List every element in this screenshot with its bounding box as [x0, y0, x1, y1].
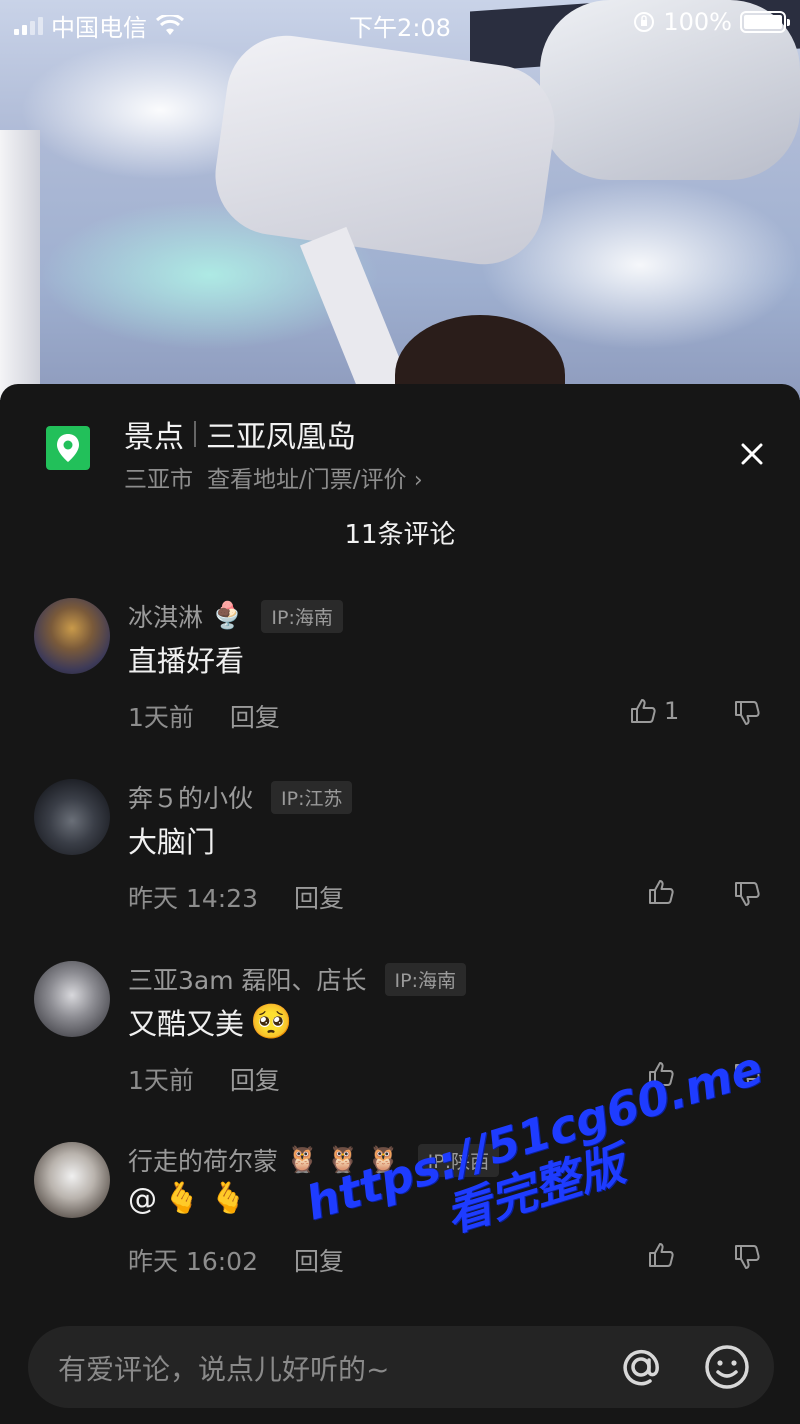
- comment-user[interactable]: 行走的荷尔蒙 🦉 🦉 🦉 IP:陕西: [128, 1142, 500, 1178]
- thumbs-up-icon: [649, 880, 674, 904]
- title-divider: [194, 421, 196, 447]
- reply-button[interactable]: 回复: [230, 703, 280, 732]
- comment-text: 又酷又美 🥺: [128, 1001, 292, 1043]
- comments-panel: 景点 三亚凤凰岛 三亚市 查看地址/门票/评价 › 11条评论 冰淇淋 🍨 IP:…: [0, 384, 800, 1424]
- comment-meta: 1天前 回复: [128, 698, 280, 734]
- comment-username: 冰淇淋: [128, 603, 204, 632]
- comment-item: 冰淇淋 🍨 IP:海南 直播好看 1天前 回复 1: [0, 598, 800, 778]
- live-video-background: [0, 0, 800, 400]
- poi-card[interactable]: 景点 三亚凤凰岛 三亚市 查看地址/门票/评价 ›: [46, 408, 763, 498]
- location-pin-icon: [46, 426, 90, 470]
- comment-meta: 1天前 回复: [128, 1061, 280, 1097]
- poi-category: 景点: [124, 420, 184, 455]
- ip-badge: IP:海南: [261, 599, 343, 633]
- thumbs-down-icon[interactable]: [732, 1242, 762, 1272]
- ip-badge: IP:陕西: [417, 1143, 500, 1177]
- ip-badge: IP:海南: [384, 962, 466, 996]
- comment-meta: 昨天 16:02 回复: [128, 1242, 344, 1278]
- comment-input-bar[interactable]: 有爱评论，说点儿好听的~: [28, 1326, 774, 1408]
- reply-button[interactable]: 回复: [294, 884, 344, 913]
- like-button[interactable]: 1: [628, 696, 679, 726]
- comment-text: @ 🫰 🫰: [128, 1182, 247, 1216]
- battery-icon: [740, 11, 790, 33]
- like-count: 1: [664, 697, 680, 725]
- comment-body: 大脑门: [128, 825, 216, 859]
- like-button[interactable]: [646, 1059, 676, 1089]
- comment-body: @: [128, 1182, 157, 1216]
- thumbs-down-icon[interactable]: [732, 879, 762, 909]
- poi-city: 三亚市: [124, 467, 193, 493]
- comment-user[interactable]: 奔５的小伙 IP:江苏: [128, 779, 353, 815]
- emoji-icon[interactable]: [702, 1342, 752, 1392]
- finger-heart-icon: 🫰 🫰: [163, 1181, 248, 1216]
- comment-username: 三亚3am 磊阳、店长: [128, 966, 367, 995]
- comment-username: 奔５的小伙: [128, 784, 254, 813]
- owl-icon: 🦉 🦉 🦉: [286, 1145, 400, 1175]
- comment-text: 直播好看: [128, 638, 244, 680]
- poi-title: 景点 三亚凤凰岛: [124, 412, 356, 456]
- thumbs-up-icon: [631, 699, 656, 723]
- comment-time: 昨天 16:02: [128, 1247, 258, 1276]
- thumbs-down-icon[interactable]: [732, 1061, 762, 1091]
- ice-cream-icon: 🍨: [211, 601, 244, 631]
- comment-user[interactable]: 冰淇淋 🍨 IP:海南: [128, 598, 343, 634]
- ip-badge: IP:江苏: [271, 780, 353, 814]
- avatar[interactable]: [34, 1142, 110, 1218]
- avatar[interactable]: [34, 779, 110, 855]
- comment-time: 1天前: [128, 703, 194, 732]
- chevron-right-icon: ›: [413, 468, 423, 493]
- battery-label: 100%: [663, 8, 732, 36]
- like-button[interactable]: [646, 877, 676, 907]
- reply-button[interactable]: 回复: [294, 1247, 344, 1276]
- comment-body: 又酷又美: [128, 1007, 245, 1041]
- status-bar: 中国电信 下午2:08 100%: [0, 0, 800, 44]
- thumbs-up-icon: [649, 1062, 674, 1086]
- poi-name: 三亚凤凰岛: [206, 420, 356, 455]
- comment-text: 大脑门: [128, 819, 215, 861]
- comment-count-title: 11条评论: [344, 520, 456, 550]
- comment-meta: 昨天 14:23 回复: [128, 879, 344, 915]
- comment-time: 1天前: [128, 1066, 194, 1095]
- reply-button[interactable]: 回复: [230, 1066, 280, 1095]
- comment-item: 三亚3am 磊阳、店长 IP:海南 又酷又美 🥺 1天前 回复: [0, 961, 800, 1141]
- comment-input-placeholder[interactable]: 有爱评论，说点儿好听的~: [58, 1348, 389, 1388]
- comment-body: 直播好看: [128, 644, 245, 678]
- like-button[interactable]: [646, 1240, 676, 1270]
- comment-time: 昨天 14:23: [128, 884, 258, 913]
- avatar[interactable]: [34, 961, 110, 1037]
- mention-icon[interactable]: [616, 1342, 666, 1392]
- comment-username: 行走的荷尔蒙: [128, 1147, 279, 1176]
- comment-item: 奔５的小伙 IP:江苏 大脑门 昨天 14:23 回复: [0, 779, 800, 959]
- poi-subtitle: 三亚市 查看地址/门票/评价 ›: [124, 460, 423, 494]
- poi-detail-link[interactable]: 查看地址/门票/评价: [207, 467, 407, 493]
- avatar[interactable]: [34, 598, 110, 674]
- comment-item: 行走的荷尔蒙 🦉 🦉 🦉 IP:陕西 @ 🫰 🫰 昨天 16:02 回复: [0, 1142, 800, 1322]
- close-icon[interactable]: [736, 438, 768, 470]
- thumbs-up-icon: [649, 1243, 674, 1267]
- comment-user[interactable]: 三亚3am 磊阳、店长 IP:海南: [128, 961, 466, 997]
- orientation-lock-icon: [634, 12, 655, 32]
- pleading-face-icon: 🥺: [250, 1002, 293, 1042]
- thumbs-down-icon[interactable]: [732, 698, 762, 728]
